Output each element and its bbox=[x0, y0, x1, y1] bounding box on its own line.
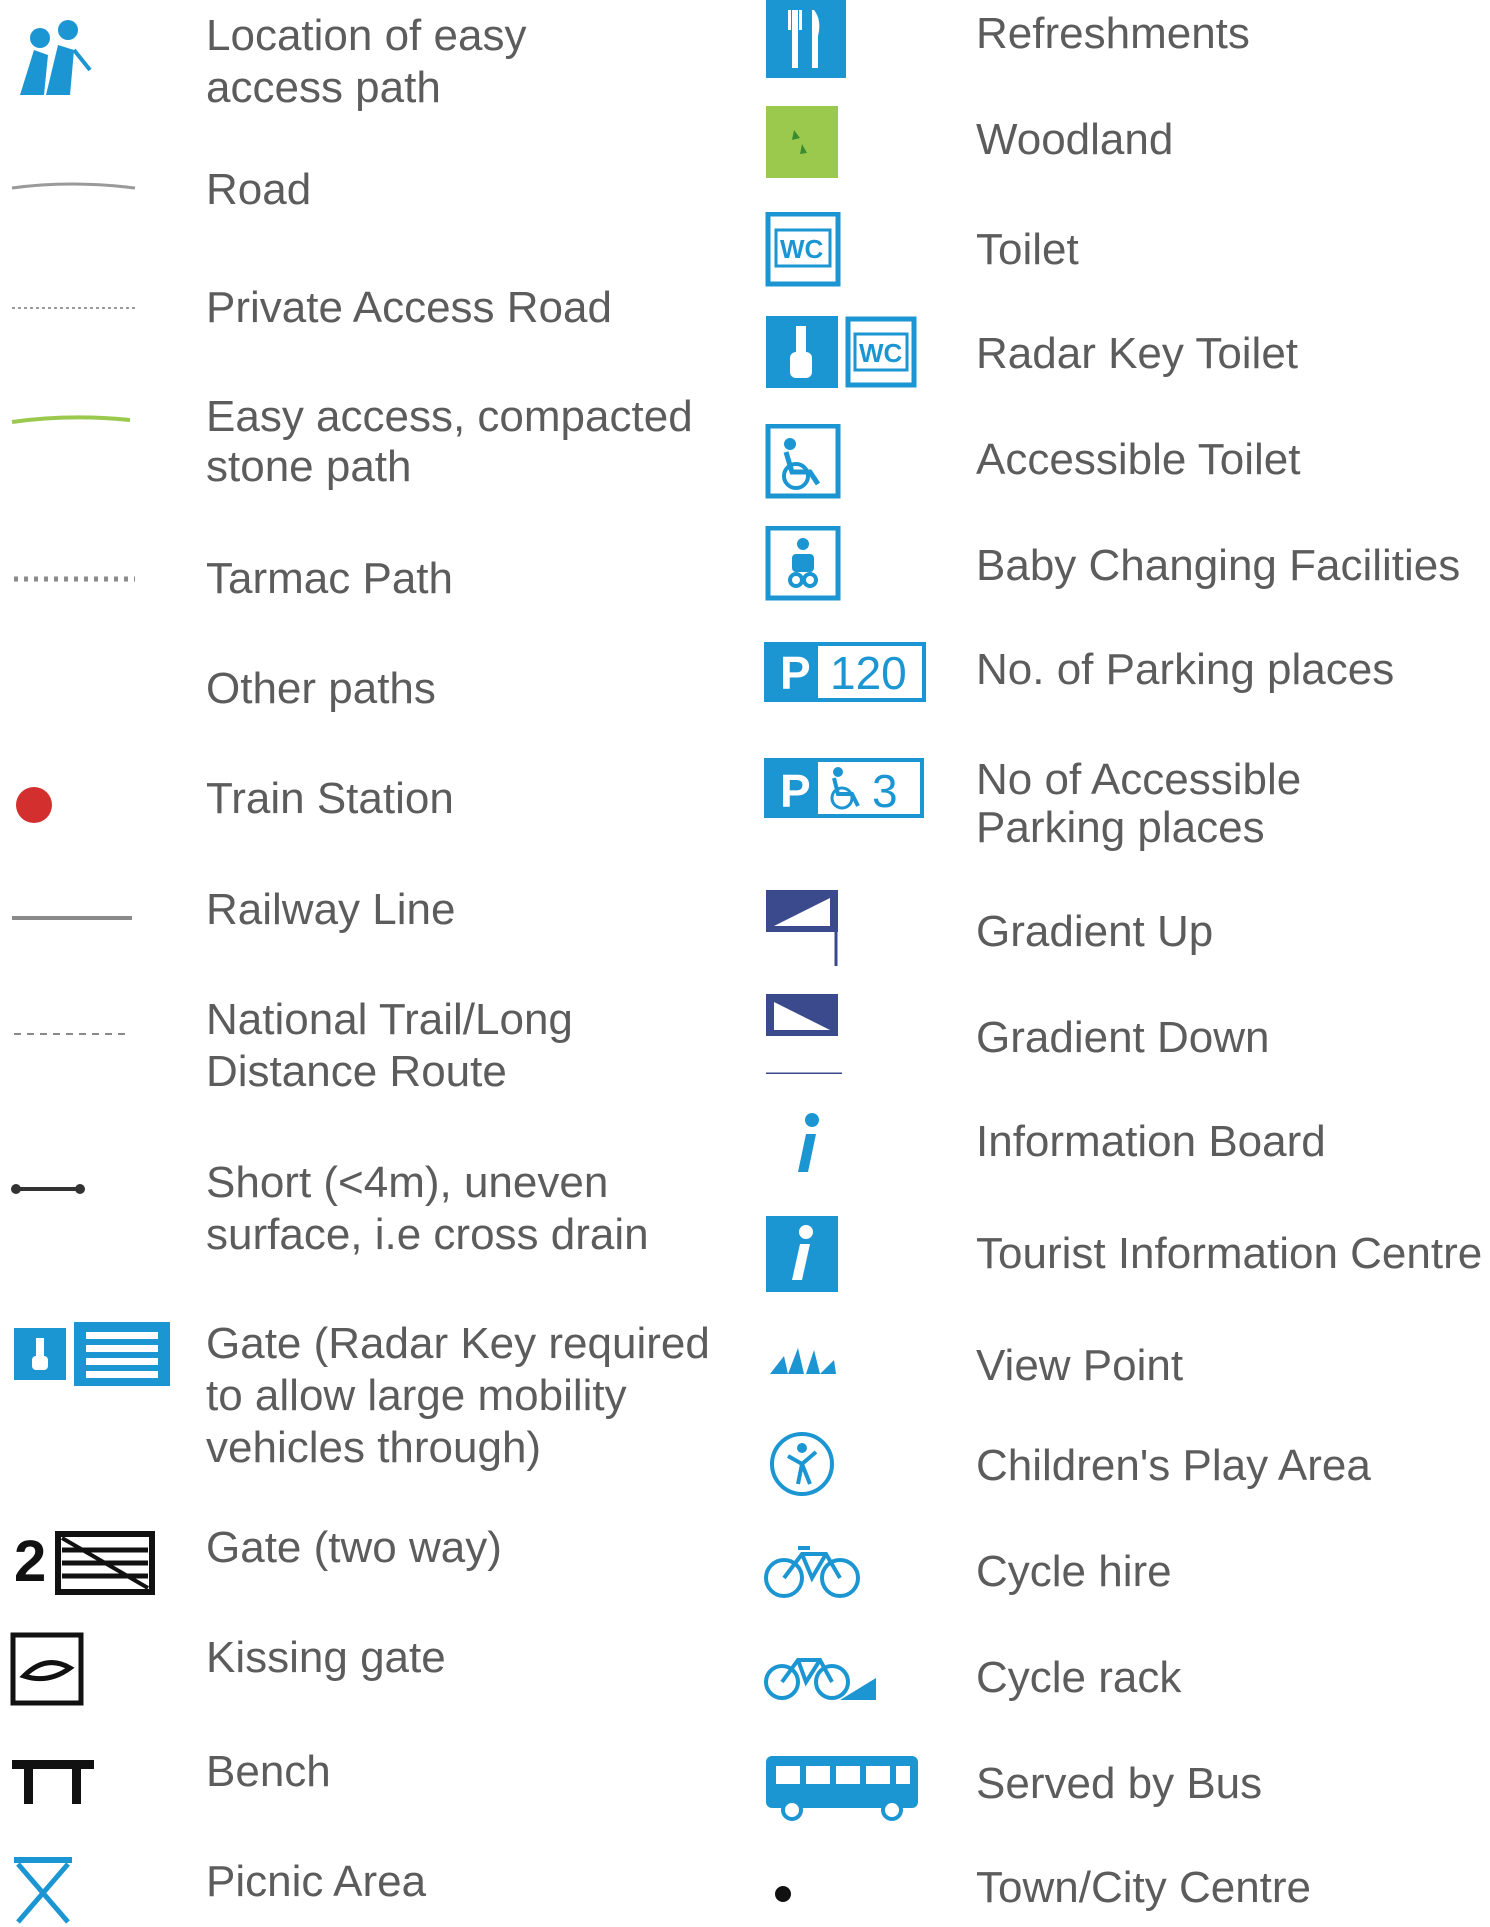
play-area-icon bbox=[770, 1432, 834, 1496]
cycle-rack-icon bbox=[764, 1658, 876, 1700]
tourist-info-icon bbox=[766, 1216, 838, 1292]
legend-label: Accessible Toilet bbox=[976, 435, 1301, 484]
radar-key-gate-icon bbox=[14, 1322, 170, 1386]
parking-p: P bbox=[780, 647, 811, 699]
kissing-gate-icon bbox=[10, 1632, 84, 1706]
legend-label: Location of easy access path bbox=[206, 11, 527, 112]
black-dot-icon bbox=[775, 1886, 791, 1902]
legend-label: Cycle hire bbox=[976, 1547, 1172, 1596]
legend-label: Refreshments bbox=[976, 9, 1250, 58]
knife-fork-icon bbox=[766, 0, 846, 78]
legend-label: Private Access Road bbox=[206, 283, 612, 332]
parking-p: P bbox=[780, 765, 811, 817]
legend-label: Gate (Radar Key required to allow large m… bbox=[206, 1319, 710, 1472]
legend-label: Gradient Up bbox=[976, 907, 1214, 956]
legend-label: Baby Changing Facilities bbox=[976, 541, 1461, 590]
accessible-parking-icon bbox=[764, 758, 924, 818]
legend-label: Kissing gate bbox=[206, 1633, 446, 1682]
two-way-gate-icon bbox=[55, 1531, 155, 1595]
legend-label: National Trail/Long Distance Route bbox=[206, 995, 573, 1096]
legend-label: Toilet bbox=[976, 225, 1079, 274]
short-bar-icon bbox=[11, 1184, 85, 1194]
legend-label: Road bbox=[206, 165, 312, 214]
wc-badge: WC bbox=[780, 234, 824, 264]
parking-count: 120 bbox=[830, 647, 907, 699]
gradient-down-icon bbox=[766, 994, 842, 1074]
picnic-table-icon bbox=[14, 1857, 72, 1924]
legend-label: Bench bbox=[206, 1747, 331, 1796]
legend-label: Tourist Information Centre bbox=[976, 1229, 1483, 1278]
legend-label: View Point bbox=[976, 1341, 1184, 1390]
road-line-icon bbox=[11, 182, 136, 190]
parking-count: 3 bbox=[872, 765, 898, 817]
legend-label: Children's Play Area bbox=[976, 1441, 1371, 1490]
legend-label: Short (<4m), uneven surface, i.e cross dr… bbox=[206, 1158, 649, 1259]
legend-label: Other paths bbox=[206, 664, 436, 713]
red-dot-icon bbox=[16, 787, 52, 823]
legend-label: Easy access, compacted stone path bbox=[206, 392, 693, 491]
tarmac-path-icon bbox=[14, 576, 135, 582]
legend-label: Served by Bus bbox=[976, 1759, 1263, 1808]
wc-badge: WC bbox=[859, 338, 903, 368]
legend-label: Tarmac Path bbox=[206, 554, 453, 603]
legend-label: No. of Parking places bbox=[976, 645, 1395, 694]
baby-changing-icon bbox=[765, 526, 841, 601]
legend-label: Cycle rack bbox=[976, 1653, 1182, 1702]
private-road-dotted-icon bbox=[12, 307, 135, 309]
green-path-line-icon bbox=[11, 415, 131, 424]
legend-label: Woodland bbox=[976, 115, 1174, 164]
legend-label: Picnic Area bbox=[206, 1857, 427, 1906]
woodland-icon bbox=[766, 106, 838, 178]
legend-label: Gate (two way) bbox=[206, 1523, 502, 1572]
legend-label: Town/City Centre bbox=[976, 1863, 1312, 1912]
accessible-wc-icon bbox=[765, 424, 841, 499]
legend-label: Information Board bbox=[976, 1117, 1326, 1166]
info-board-icon bbox=[798, 1113, 819, 1172]
bench-icon bbox=[12, 1760, 94, 1804]
easy-access-walkers-icon bbox=[20, 20, 92, 95]
gradient-up-icon bbox=[766, 890, 838, 966]
railway-line-icon bbox=[12, 916, 132, 920]
bicycle-icon bbox=[764, 1546, 860, 1598]
national-trail-dashed-icon bbox=[14, 1033, 130, 1035]
legend-label: Gradient Down bbox=[976, 1013, 1270, 1062]
legend-label: Railway Line bbox=[206, 885, 456, 934]
view-point-icon bbox=[770, 1348, 836, 1374]
bus-icon bbox=[766, 1756, 918, 1821]
legend-label: Train Station bbox=[206, 774, 454, 823]
dashed-path-icon bbox=[0, 663, 150, 693]
legend-label: Radar Key Toilet bbox=[976, 329, 1299, 378]
legend-label: No of Accessible Parking places bbox=[976, 755, 1302, 852]
